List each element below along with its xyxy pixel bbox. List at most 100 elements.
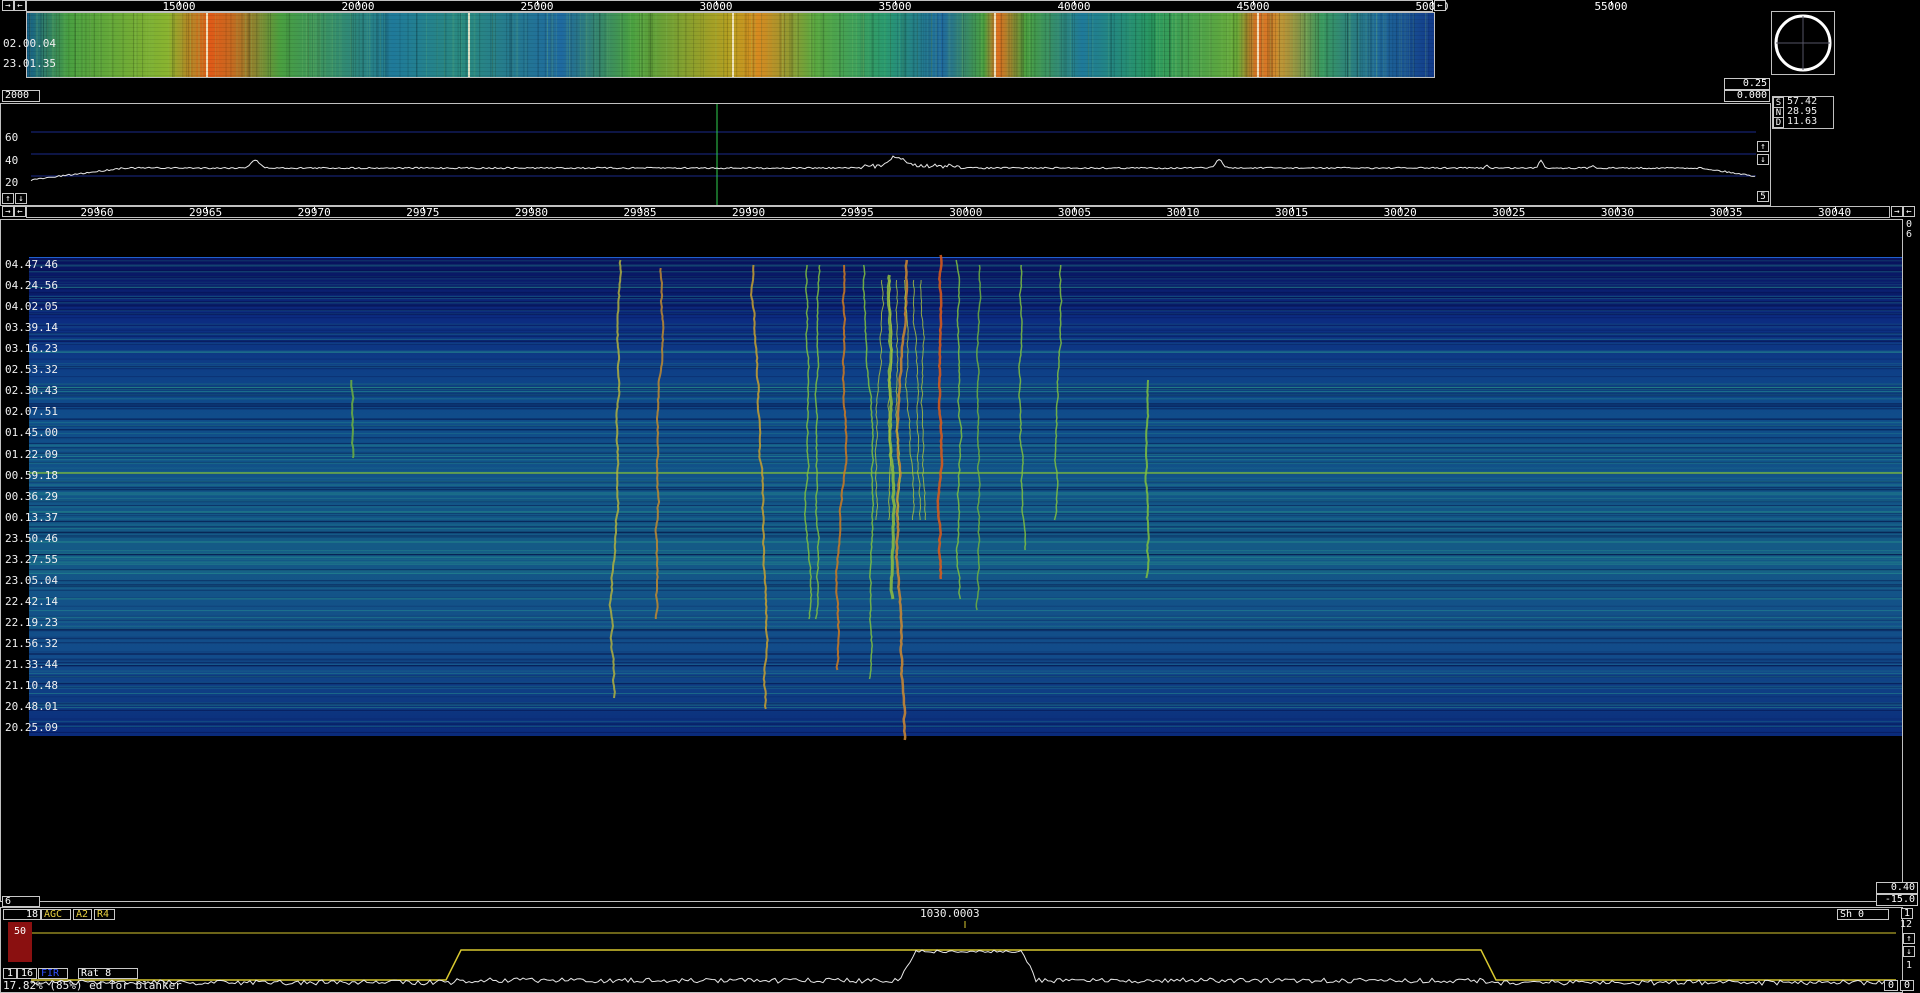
wide-waterfall-panel[interactable]: [26, 12, 1435, 78]
ruler-tick-mark: [716, 1, 717, 5]
phase-circle-display[interactable]: [1771, 11, 1835, 75]
r4-button[interactable]: R4: [94, 909, 115, 920]
ruler-tick-mark: [1183, 207, 1184, 211]
corner-value-2: 6: [1906, 229, 1913, 240]
ruler-tick-mark: [1291, 207, 1293, 211]
main-waterfall-time: 00.36.29: [5, 489, 58, 503]
scale-box-top[interactable]: 2000: [2, 90, 40, 102]
main-waterfall-time: 21.33.44: [5, 658, 58, 671]
scroll-left-button-mid[interactable]: ←: [14, 206, 26, 217]
bottom-left-box[interactable]: 6: [2, 896, 40, 907]
a2-button[interactable]: A2: [73, 909, 92, 920]
spectrum-panel[interactable]: [0, 103, 1771, 206]
spectrum-y-tick: 20: [5, 176, 19, 189]
main-waterfall-time: 02.30.43: [5, 384, 58, 398]
ruler-tick-mark: [1611, 1, 1612, 5]
scroll-up-button-spectrum[interactable]: ↑: [2, 193, 14, 204]
rate-box[interactable]: Rat 8: [78, 968, 138, 979]
scroll-left-button-mid-right[interactable]: ←: [1903, 206, 1915, 217]
main-waterfall-time: 21.10.48: [5, 679, 58, 692]
signal-stats-box: S N D 57.42 28.95 11.63: [1772, 96, 1834, 129]
main-waterfall-image: [29, 254, 1902, 741]
main-waterfall-time: 03.16.23: [5, 342, 58, 356]
ruler-tick-mark: [1726, 207, 1727, 211]
baseband-frequency-label: 1030.0003: [920, 907, 980, 920]
bottom-right-button-2[interactable]: 0: [1900, 980, 1914, 991]
status-text: 17.82% (85%) ed for blanker: [3, 979, 182, 992]
spectrum-y-tick: 40: [5, 154, 19, 167]
main-waterfall-time: 20.48.01: [5, 700, 58, 713]
top-right-value-2[interactable]: 0.000: [1724, 90, 1770, 102]
main-waterfall-time: 23.27.55: [5, 552, 58, 566]
ruler-tick-mark: [97, 207, 98, 211]
ruler-tick-mark: [640, 207, 641, 211]
scroll-right-button-mid-right[interactable]: →: [1891, 206, 1903, 217]
stat-letter-d[interactable]: D: [1773, 117, 1784, 128]
stat-value-d: 11.63: [1787, 116, 1818, 127]
top-right-value-1[interactable]: 0.25: [1724, 78, 1770, 90]
scroll-right-button-mid[interactable]: →: [2, 206, 14, 217]
spectrum-y-tick: 60: [5, 131, 19, 144]
ruler-tick-mark: [1400, 207, 1402, 211]
spectrum-down-button[interactable]: ↓: [1757, 154, 1769, 165]
ruler-tick-mark: [1617, 207, 1619, 211]
ruler-tick-mark: [358, 1, 359, 5]
scroll-left-button-top[interactable]: ←: [14, 0, 26, 11]
main-waterfall-time: 02.53.32: [5, 363, 58, 377]
ctrl-box-16[interactable]: 16: [17, 968, 37, 979]
main-waterfall-time: 03.39.14: [5, 321, 58, 335]
ctrl-box-1[interactable]: 1: [3, 968, 17, 979]
spectrum-up-button[interactable]: ↑: [1757, 141, 1769, 152]
phase-circle-icon: [1774, 14, 1832, 72]
agc-button[interactable]: AGC: [41, 909, 71, 920]
spectrum-side-button[interactable]: 5: [1757, 191, 1769, 202]
ruler-tick-mark: [1834, 207, 1836, 211]
main-waterfall-time: 20.25.09: [5, 721, 58, 735]
spectrum-trace: [30, 104, 1756, 205]
ruler-tick-mark: [1432, 1, 1433, 5]
ruler-tick-mark: [179, 1, 180, 5]
ruler-tick-mark: [965, 207, 967, 211]
main-waterfall-panel[interactable]: [0, 219, 1903, 902]
fir-button[interactable]: FIR: [38, 968, 68, 979]
main-waterfall-time: 22.19.23: [5, 615, 58, 629]
wide-waterfall-image: [27, 13, 1434, 77]
ruler-tick-mark: [1508, 207, 1510, 211]
ruler-tick-mark: [314, 207, 316, 211]
scroll-right-button-top[interactable]: →: [2, 0, 14, 11]
baseband-right-number-3: 1: [1906, 960, 1913, 971]
bottom-right-button-1[interactable]: 0: [1884, 980, 1898, 991]
ruler-tick-mark: [205, 207, 207, 211]
main-waterfall-time: 23.05.04: [5, 573, 58, 587]
wide-waterfall-time: 02.00.04: [3, 37, 56, 50]
scroll-down-button-spectrum[interactable]: ↓: [15, 193, 27, 204]
ruler-tick-mark: [1074, 1, 1075, 5]
bottom-right-value-1[interactable]: 0.40: [1876, 882, 1918, 894]
bandwidth-box[interactable]: 18: [3, 909, 41, 920]
main-waterfall-time: 23.50.46: [5, 531, 58, 545]
main-waterfall-time: 01.45.00: [5, 426, 58, 440]
zoom-frequency-ruler[interactable]: 29960 29965 29970 29975 29980 29985 29990 29995…: [26, 206, 1890, 218]
main-waterfall-time: 04.02.05: [5, 300, 58, 314]
main-waterfall-time: 02.07.51: [5, 405, 58, 419]
ruler-tick-mark: [422, 207, 424, 211]
main-waterfall-time: 04.47.46: [5, 258, 58, 271]
main-waterfall-time: 22.42.14: [5, 594, 58, 608]
ruler-tick-mark: [895, 1, 896, 5]
main-waterfall-time: 00.59.18: [5, 468, 58, 482]
ruler-tick-mark: [1253, 1, 1254, 5]
baseband-right-number-2: 12: [1900, 919, 1913, 930]
ruler-tick-mark: [531, 207, 533, 211]
baseband-up-button[interactable]: ↑: [1903, 933, 1915, 944]
baseband-right-number-1[interactable]: 1: [1901, 908, 1913, 919]
shift-box[interactable]: Sh 0: [1837, 909, 1889, 920]
wide-frequency-ruler[interactable]: 15000 20000 25000 30000 35000 40000 45000 50000…: [26, 0, 1628, 12]
ruler-tick-mark: [1074, 207, 1076, 211]
main-waterfall-time: 21.56.32: [5, 636, 58, 650]
level-value: 50: [14, 926, 27, 937]
main-waterfall-time: 01.22.09: [5, 447, 58, 461]
bottom-right-value-2[interactable]: -15.0: [1876, 894, 1918, 906]
baseband-spectrum: [30, 921, 1896, 986]
scroll-left-button-top-right[interactable]: ←: [1434, 0, 1446, 11]
baseband-down-button[interactable]: ↓: [1903, 946, 1915, 957]
